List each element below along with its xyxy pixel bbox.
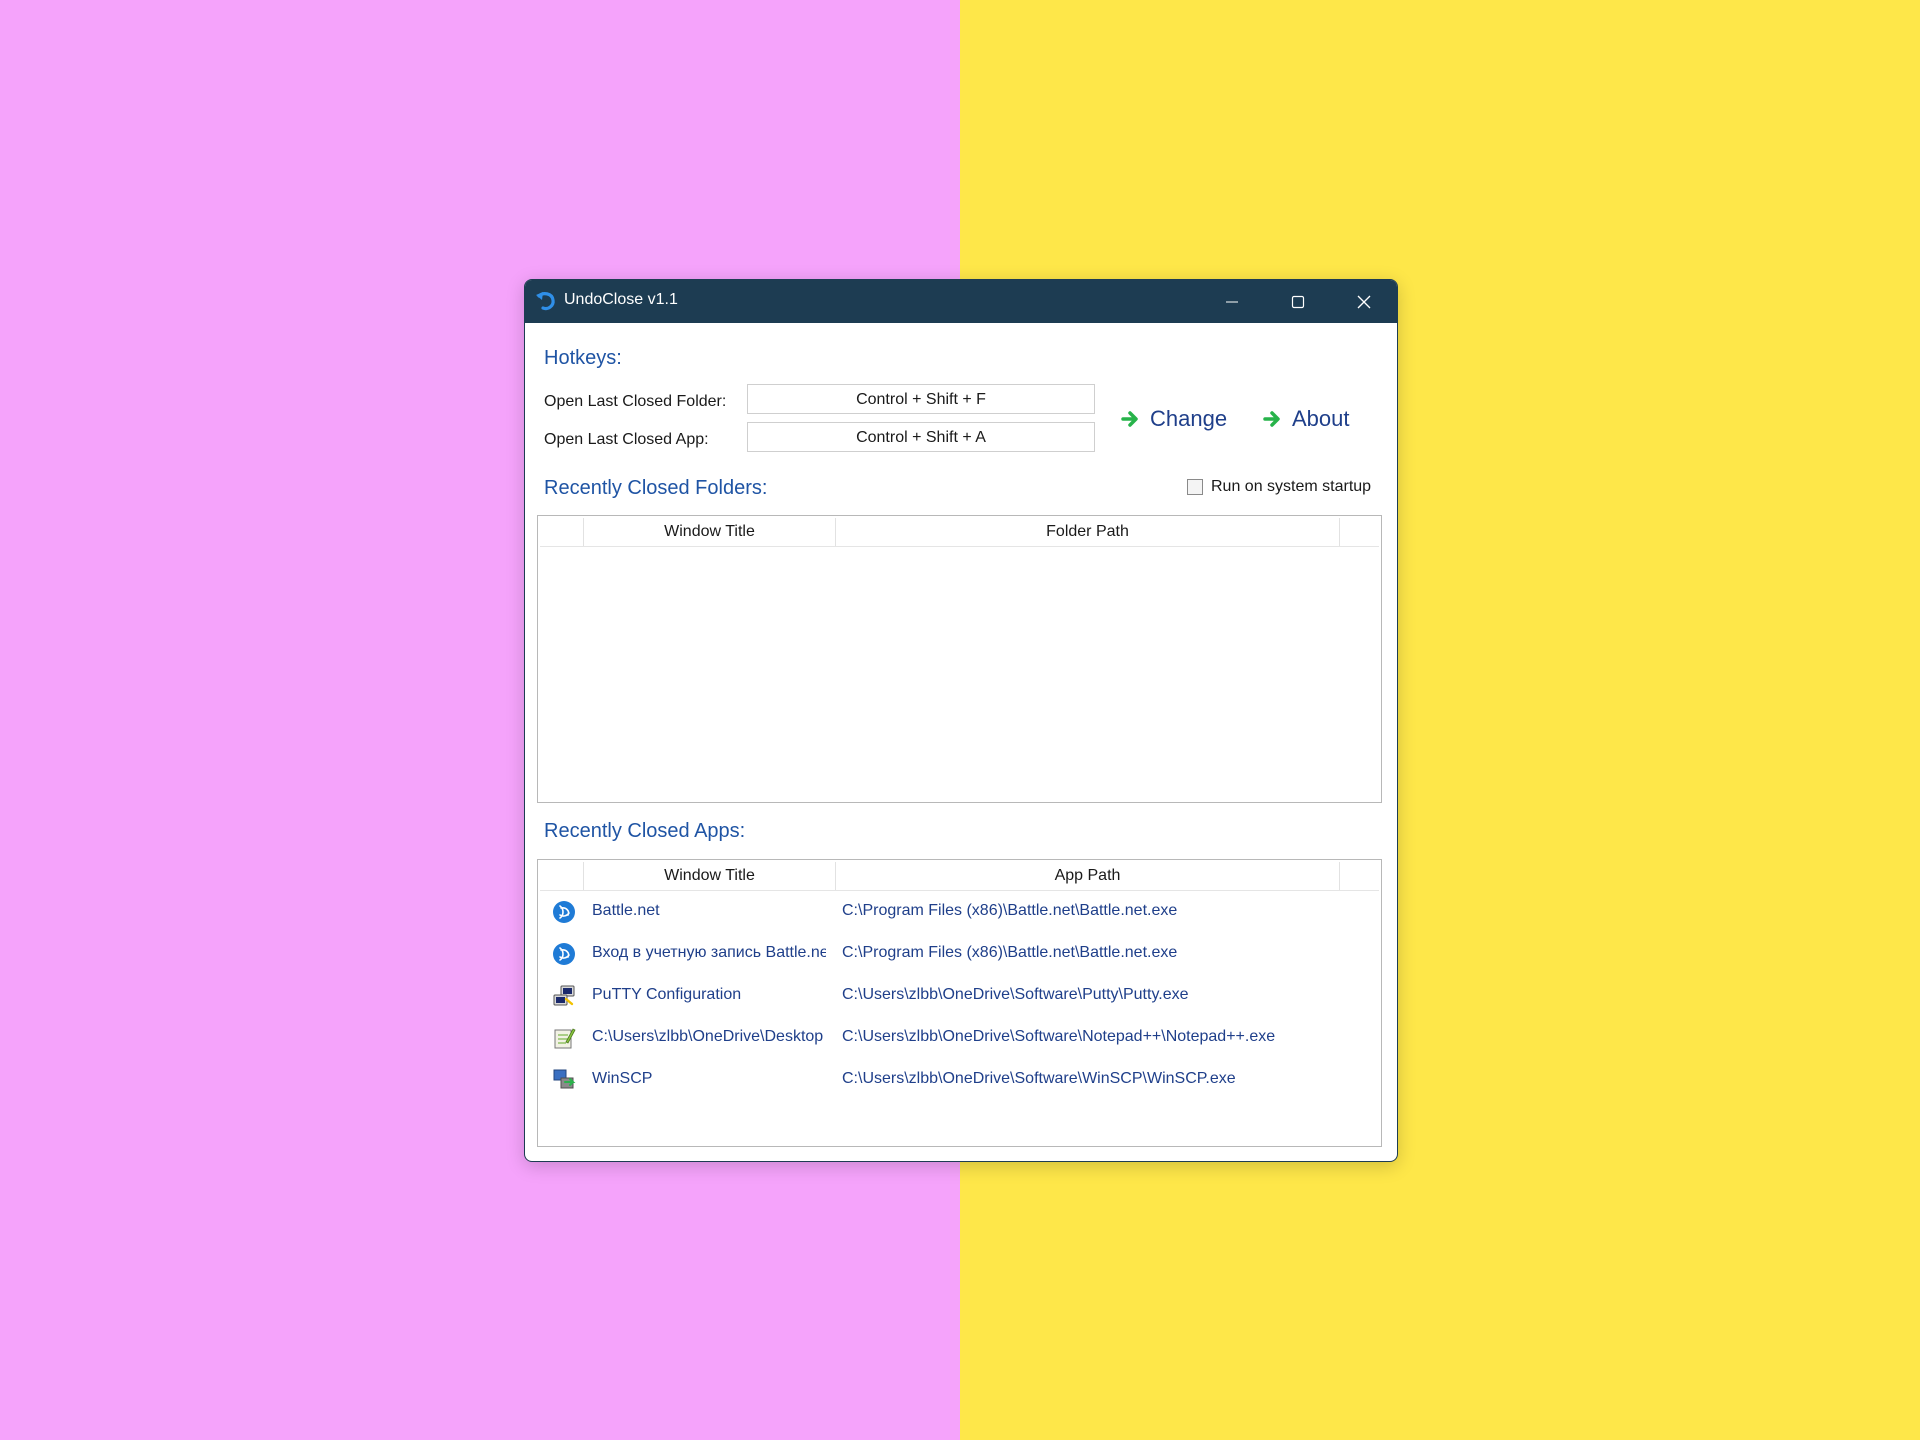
apps-list-header: Window Title App Path <box>540 862 1379 891</box>
minimize-button[interactable] <box>1199 280 1265 323</box>
startup-label: Run on system startup <box>1211 478 1372 495</box>
undoclose-window: UndoClose v1.1 Hotkeys: Open Last Closed… <box>524 279 1398 1162</box>
column-window-title[interactable]: Window Title <box>584 862 836 890</box>
column-folder-path[interactable]: Folder Path <box>836 518 1340 546</box>
column-window-title[interactable]: Window Title <box>584 518 836 546</box>
table-row[interactable]: Battle.net C:\Program Files (x86)\Battle… <box>540 891 1379 933</box>
minimize-icon <box>1226 301 1238 302</box>
battlenet-icon <box>553 943 575 965</box>
row-app-path: C:\Users\zlbb\OneDrive\Software\WinSCP\W… <box>842 1070 1236 1087</box>
change-button[interactable]: Change <box>1120 402 1227 436</box>
putty-icon <box>553 985 575 1006</box>
app-hotkey-field[interactable]: Control + Shift + A <box>747 422 1095 452</box>
row-app-path: C:\Users\zlbb\OneDrive\Software\Putty\Pu… <box>842 986 1189 1003</box>
close-button[interactable] <box>1331 280 1397 323</box>
battlenet-icon <box>553 901 575 923</box>
notepadpp-icon <box>554 1028 576 1049</box>
folders-list-header: Window Title Folder Path <box>540 518 1379 547</box>
column-icon[interactable] <box>540 518 584 546</box>
title-bar[interactable]: UndoClose v1.1 <box>525 280 1397 323</box>
maximize-button[interactable] <box>1265 280 1331 323</box>
maximize-icon <box>1291 295 1305 308</box>
about-button[interactable]: About <box>1262 402 1350 436</box>
row-app-path: C:\Program Files (x86)\Battle.net\Battle… <box>842 902 1178 919</box>
change-label: Change <box>1150 406 1228 431</box>
row-app-path: C:\Users\zlbb\OneDrive\Software\Notepad+… <box>842 1028 1276 1045</box>
apps-list[interactable]: Window Title App Path Battle.net C:\Prog… <box>537 859 1382 1147</box>
folder-hotkey-field[interactable]: Control + Shift + F <box>747 384 1095 414</box>
table-row[interactable]: PuTTY Configuration C:\Users\zlbb\OneDri… <box>540 975 1379 1017</box>
folders-list[interactable]: Window Title Folder Path <box>537 515 1382 803</box>
app-hotkey-label: Open Last Closed App: <box>544 431 709 448</box>
arrow-right-icon <box>1121 411 1138 427</box>
row-window-title: WinSCP <box>592 1070 653 1087</box>
startup-toggle[interactable]: Run on system startup <box>1187 478 1371 496</box>
close-icon <box>1357 295 1371 308</box>
table-row[interactable]: Вход в учетную запись Battle.net C:\Prog… <box>540 933 1379 975</box>
row-window-title: PuTTY Configuration <box>592 986 742 1003</box>
arrow-right-icon <box>1263 411 1280 427</box>
row-window-title: Battle.net <box>592 902 660 919</box>
folder-hotkey-label: Open Last Closed Folder: <box>544 393 727 410</box>
row-app-path: C:\Program Files (x86)\Battle.net\Battle… <box>842 944 1178 961</box>
startup-checkbox[interactable] <box>1187 479 1203 495</box>
table-row[interactable]: WinSCP C:\Users\zlbb\OneDrive\Software\W… <box>540 1059 1379 1101</box>
window-title: UndoClose v1.1 <box>564 291 678 308</box>
column-icon[interactable] <box>540 862 584 890</box>
hotkeys-heading: Hotkeys: <box>544 347 622 369</box>
row-window-title: Вход в учетную запись Battle.net <box>592 944 826 961</box>
undo-arrow-icon <box>536 292 555 311</box>
folders-heading: Recently Closed Folders: <box>544 477 768 499</box>
winscp-icon <box>553 1069 576 1089</box>
apps-heading: Recently Closed Apps: <box>544 820 746 842</box>
table-row[interactable]: C:\Users\zlbb\OneDrive\Desktop C:\Users\… <box>540 1017 1379 1059</box>
row-window-title: C:\Users\zlbb\OneDrive\Desktop <box>592 1028 824 1045</box>
about-label: About <box>1292 406 1350 431</box>
column-app-path[interactable]: App Path <box>836 862 1340 890</box>
